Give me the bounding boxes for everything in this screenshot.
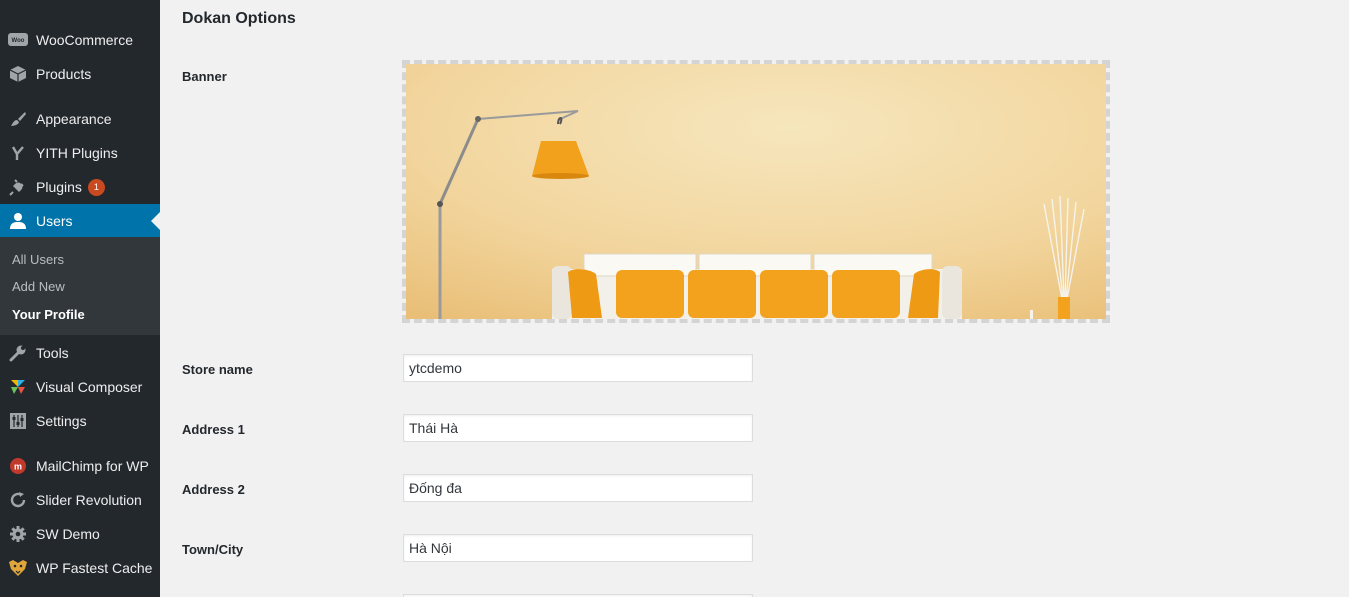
menu-appearance[interactable]: Appearance	[0, 102, 160, 136]
menu-label: SW Demo	[36, 526, 100, 542]
settings-sliders-icon	[0, 404, 36, 438]
banner-upload-area[interactable]	[402, 60, 1110, 323]
banner-label: Banner	[182, 69, 227, 84]
section-title: Dokan Options	[182, 10, 296, 27]
svg-text:m: m	[14, 462, 22, 472]
menu-label: WooCommerce	[36, 32, 133, 48]
menu-label: Visual Composer	[36, 379, 143, 395]
menu-label: Products	[36, 66, 92, 82]
menu-label: YITH Plugins	[36, 145, 118, 161]
users-submenu: All Users Add New Your Profile	[0, 237, 160, 335]
submenu-add-new[interactable]: Add New	[12, 279, 65, 294]
svg-text:Woo: Woo	[12, 38, 25, 44]
menu-woocommerce[interactable]: Woo WooCommerce	[0, 23, 160, 57]
menu-label: WP Fastest Cache	[36, 560, 153, 576]
menu-label: Settings	[36, 413, 87, 429]
city-input[interactable]	[403, 534, 753, 562]
paintbrush-icon	[0, 102, 36, 136]
wrench-icon	[0, 336, 36, 370]
menu-tools[interactable]: Tools	[0, 336, 160, 370]
menu-label: Tools	[36, 345, 69, 361]
submenu-all-users[interactable]: All Users	[12, 252, 64, 267]
refresh-icon	[0, 483, 36, 517]
menu-label: Appearance	[36, 111, 112, 127]
menu-visual-composer[interactable]: Visual Composer	[0, 370, 160, 404]
address2-label: Address 2	[182, 482, 245, 497]
menu-label: Slider Revolution	[36, 492, 142, 508]
mailchimp-icon: m	[0, 449, 36, 483]
products-box-icon	[0, 57, 36, 91]
gear-icon	[0, 517, 36, 551]
banner-image	[406, 64, 1106, 319]
menu-settings[interactable]: Settings	[0, 404, 160, 438]
store-name-label: Store name	[182, 362, 253, 377]
update-count-badge: 1	[87, 178, 105, 196]
submenu-your-profile[interactable]: Your Profile	[12, 307, 85, 322]
menu-plugins[interactable]: Plugins 1	[0, 170, 160, 204]
menu-users[interactable]: Users	[0, 204, 160, 238]
menu-wp-fastest-cache[interactable]: WP Fastest Cache	[0, 551, 160, 585]
cheetah-icon	[0, 551, 36, 585]
address2-input[interactable]	[403, 474, 753, 502]
menu-slider-revolution[interactable]: Slider Revolution	[0, 483, 160, 517]
menu-products[interactable]: Products	[0, 57, 160, 91]
menu-label: Users	[36, 213, 73, 229]
menu-sw-demo[interactable]: SW Demo	[0, 517, 160, 551]
address1-label: Address 1	[182, 422, 245, 437]
menu-mailchimp[interactable]: m MailChimp for WP	[0, 449, 160, 483]
yith-icon	[0, 136, 36, 170]
city-label: Town/City	[182, 542, 244, 557]
admin-sidebar: Woo WooCommerce Products Appearance YITH…	[0, 0, 160, 597]
visual-composer-icon	[0, 370, 36, 404]
address1-input[interactable]	[403, 414, 753, 442]
plugin-plug-icon	[0, 170, 36, 204]
menu-label: MailChimp for WP	[36, 458, 149, 474]
user-icon	[0, 204, 36, 238]
store-name-input[interactable]	[403, 354, 753, 382]
woocommerce-icon: Woo	[0, 23, 36, 57]
menu-label: Plugins	[36, 179, 82, 195]
menu-yith-plugins[interactable]: YITH Plugins	[0, 136, 160, 170]
